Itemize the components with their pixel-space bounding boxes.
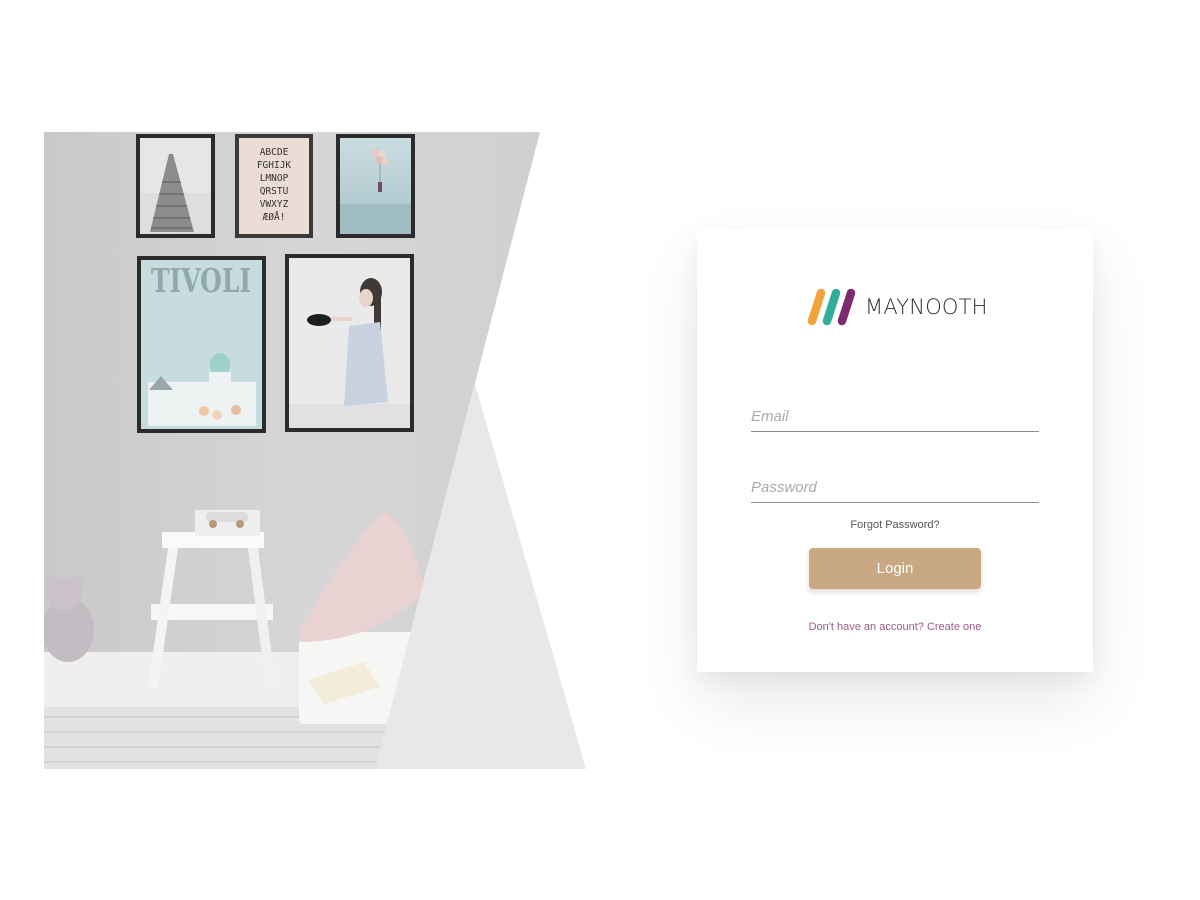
- alphabet-row: QRSTU: [260, 186, 289, 197]
- create-account-link[interactable]: Create one: [927, 621, 981, 633]
- brand-logo: MAYNOOTH: [807, 287, 988, 327]
- email-field: [751, 402, 1039, 432]
- password-input[interactable]: [751, 473, 1039, 502]
- hero-image: ABCDE FGHIJK LMNOP QRSTU VWXYZ ÆØÅ! TIVO…: [44, 132, 586, 769]
- login-card: MAYNOOTH Forgot Password? Login Don't ha…: [697, 229, 1093, 672]
- poster-pier: [136, 134, 215, 238]
- poster-tivoli: TIVOLI: [137, 256, 266, 433]
- email-input[interactable]: [751, 402, 1039, 431]
- brand-name: MAYNOOTH: [865, 295, 988, 319]
- alphabet-row: VWXYZ: [260, 199, 289, 210]
- poster-title: TIVOLI: [151, 261, 251, 300]
- login-button[interactable]: Login: [809, 548, 981, 589]
- logo-mark-icon: [807, 288, 856, 326]
- forgot-password-link[interactable]: Forgot Password?: [697, 519, 1093, 531]
- signup-prompt: Don't have an account? Create one: [697, 621, 1093, 633]
- alphabet-row: LMNOP: [260, 173, 289, 184]
- signup-prompt-text: Don't have an account?: [808, 621, 924, 633]
- poster-balloons: [336, 134, 415, 238]
- poster-alphabet: ABCDE FGHIJK LMNOP QRSTU VWXYZ ÆØÅ!: [235, 134, 313, 238]
- alphabet-row: FGHIJK: [257, 160, 292, 171]
- password-field: [751, 473, 1039, 503]
- poster-girl-bird: [285, 254, 414, 432]
- alphabet-row: ABCDE: [260, 147, 289, 158]
- alphabet-row: ÆØÅ!: [263, 211, 286, 223]
